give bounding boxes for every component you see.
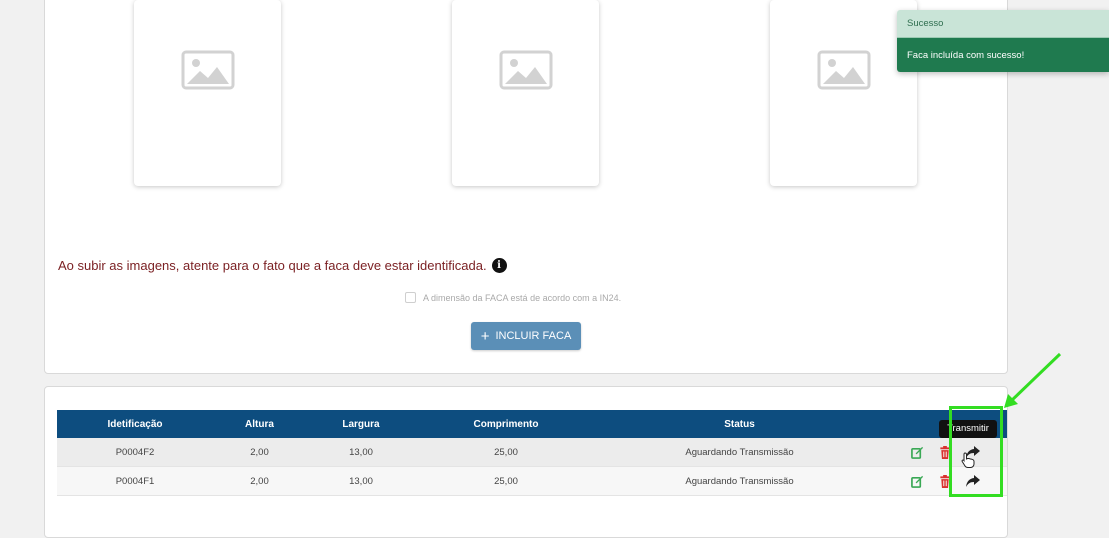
plus-icon: + [480,327,490,345]
facas-table: Idetificação Altura Largura Comprimento … [57,410,1007,496]
column-header-status: Status [596,410,883,438]
cell-status: Aguardando Transmissão [596,438,883,467]
image-warning-text: Ao subir as imagens, atente para o fato … [58,258,487,273]
toast-title: Sucesso [897,10,1109,38]
column-header-largura: Largura [306,410,416,438]
cell-identificacao: P0004F1 [57,466,213,496]
image-upload-slot-3[interactable] [770,0,917,186]
incluir-faca-button[interactable]: + INCLUIR FACA [471,322,581,350]
in24-checkbox-row[interactable]: A dimensão da FACA está de acordo com a … [405,292,621,303]
image-upload-slot-2[interactable] [452,0,599,186]
column-header-identificacao: Idetificação [57,410,213,438]
column-header-altura: Altura [213,410,306,438]
image-placeholder-icon [817,50,870,90]
table-row: P0004F1 2,00 13,00 25,00 Aguardando Tran… [57,466,1007,496]
image-warning: Ao subir as imagens, atente para o fato … [58,258,507,273]
cell-largura: 13,00 [306,466,416,496]
image-placeholder-icon [181,50,234,90]
in24-checkbox[interactable] [405,292,416,303]
in24-checkbox-label: A dimensão da FACA está de acordo com a … [423,292,622,303]
table-row: P0004F2 2,00 13,00 25,00 Aguardando Tran… [57,438,1007,467]
annotation-arrow-icon [1004,352,1062,408]
cell-status: Aguardando Transmissão [596,466,883,496]
cell-largura: 13,00 [306,438,416,467]
edit-icon[interactable] [910,474,924,488]
image-upload-slot-1[interactable] [134,0,281,186]
info-icon[interactable]: i [491,258,507,273]
column-header-comprimento: Comprimento [416,410,596,438]
annotation-highlight-box [949,406,1003,497]
edit-icon[interactable] [910,445,924,459]
hand-cursor-icon [961,452,975,468]
cell-comprimento: 25,00 [416,438,596,467]
cell-altura: 2,00 [213,466,306,496]
incluir-faca-label: INCLUIR FACA [495,330,572,342]
toast-message: Faca incluída com sucesso! [897,38,1109,72]
cell-identificacao: P0004F2 [57,438,213,467]
image-placeholder-icon [499,50,552,90]
cell-comprimento: 25,00 [416,466,596,496]
table-header-row: Idetificação Altura Largura Comprimento … [57,410,1007,438]
success-toast[interactable]: Sucesso Faca incluída com sucesso! [897,10,1109,72]
cell-altura: 2,00 [213,438,306,467]
